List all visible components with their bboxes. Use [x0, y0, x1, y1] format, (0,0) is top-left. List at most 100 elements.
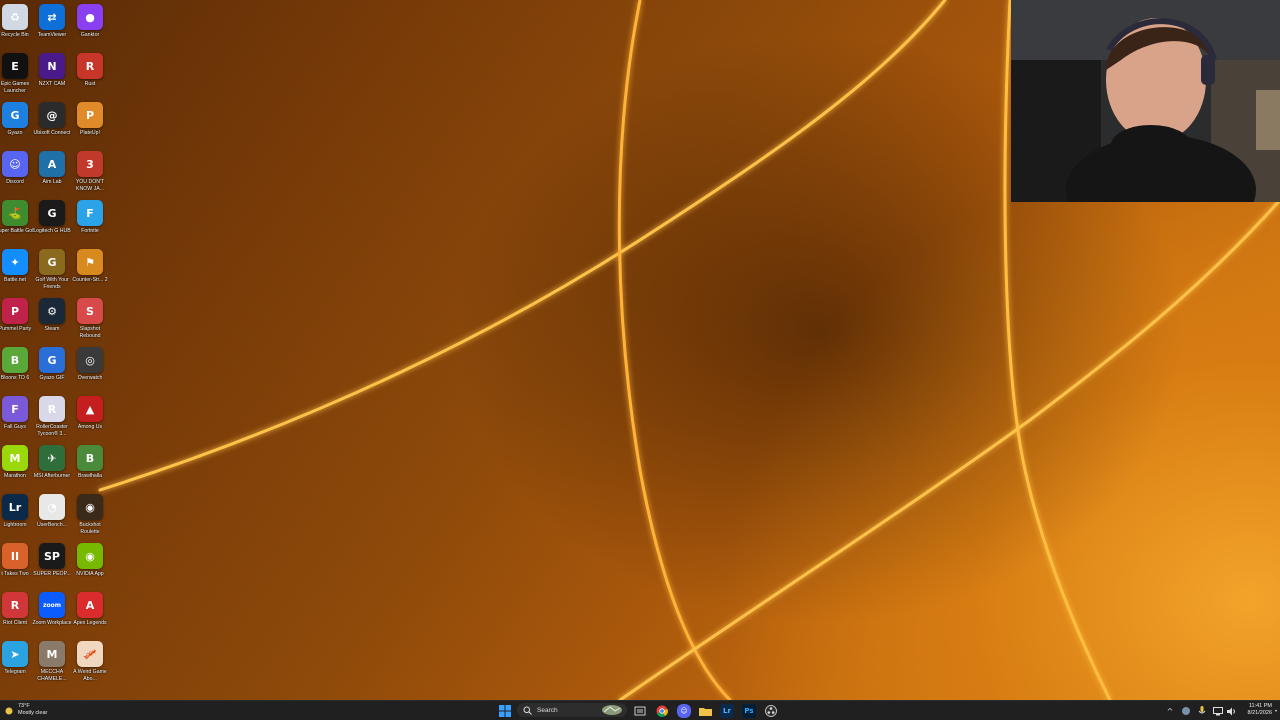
desktop-shortcut-label: Fortnite — [81, 228, 99, 234]
desktop-shortcut[interactable]: ✦ Battle.net — [0, 247, 34, 296]
it-takes-two-icon: II — [2, 543, 28, 569]
desktop-shortcut-label: Gyazo — [7, 130, 23, 136]
ubisoft-icon: @ — [39, 102, 65, 128]
desktop-shortcut[interactable]: R Rust — [71, 51, 109, 100]
lightroom-taskbar-icon: Lr — [720, 704, 734, 718]
desktop-shortcut[interactable]: @ Ubisoft Connect — [33, 100, 71, 149]
msi-icon: ✈ — [39, 445, 65, 471]
desktop-shortcut[interactable]: G Golf With Your Friends — [33, 247, 71, 296]
desktop-shortcut-label: Recycle Bin — [1, 32, 29, 38]
desktop-shortcut[interactable]: ⛳ Super Battle Golf — [0, 198, 35, 247]
start-button[interactable] — [498, 703, 512, 719]
weather-icon[interactable] — [4, 703, 14, 719]
notification-button[interactable]: • — [1273, 703, 1279, 719]
search-label: Search — [537, 706, 558, 714]
desktop-shortcut[interactable]: G Logitech G HUB — [33, 198, 71, 247]
overwatch-icon: ◎ — [77, 347, 103, 373]
desktop-shortcut[interactable]: zoom Zoom Workplace — [32, 590, 72, 639]
desktop-shortcut-label: Counter-Str... 2 — [72, 277, 108, 283]
desktop-shortcut[interactable]: S Slapshot Rebound — [71, 296, 109, 345]
desktop-shortcut[interactable]: ⇄ TeamViewer — [33, 2, 71, 51]
desktop-shortcut[interactable]: ◔ UserBench... — [33, 492, 71, 541]
desktop-shortcut-label: Steam — [44, 326, 60, 332]
teamviewer-icon: ⇄ — [39, 4, 65, 30]
webcam-person-illustration — [1011, 0, 1280, 202]
desktop-shortcut[interactable]: 🥓 A Weird Game Abo... — [71, 639, 109, 688]
fortnite-icon: F — [77, 200, 103, 226]
file-explorer-button[interactable] — [698, 703, 712, 719]
desktop-shortcut[interactable]: ▲ Among Us — [71, 394, 109, 443]
desktop-shortcut[interactable]: ◉ Buckshot Roulette — [71, 492, 109, 541]
desktop-shortcut-label: t Takes Two — [1, 571, 29, 577]
desktop-shortcut[interactable]: G Gyazo GIF — [33, 345, 71, 394]
desktop-shortcut[interactable]: M MECCHA CHAMELE... — [33, 639, 71, 688]
battlenet-icon: ✦ — [2, 249, 28, 275]
discord-icon: ☺ — [2, 151, 28, 177]
desktop-shortcut[interactable]: ✈ MSI Afterburner — [33, 443, 71, 492]
network-icon — [1213, 706, 1223, 715]
desktop-shortcut-label: SUPER PEOP... — [33, 571, 71, 577]
desktop-shortcut[interactable]: P PlateUp! — [71, 100, 109, 149]
desktop-shortcut[interactable]: II t Takes Two — [0, 541, 34, 590]
task-view-button[interactable] — [633, 703, 647, 719]
desktop-shortcut[interactable]: A Aim Lab — [33, 149, 71, 198]
counter-strike-icon: ⚑ — [77, 249, 103, 275]
network-tray-button[interactable] — [1212, 703, 1224, 719]
lightroom-taskbar-button[interactable]: Lr — [720, 703, 734, 719]
desktop-shortcut[interactable]: SP SUPER PEOP... — [33, 541, 71, 590]
task-view-icon — [634, 706, 646, 716]
chevron-up-icon: ^ — [1166, 706, 1174, 716]
desktop-shortcut[interactable]: ● Ganktor — [71, 2, 109, 51]
desktop-shortcut-label: Apex Legends — [73, 620, 107, 626]
desktop-shortcut-label: Ganktor — [80, 32, 100, 38]
desktop-shortcut[interactable]: G Gyazo — [0, 100, 34, 149]
desktop-shortcut[interactable]: ◎ Overwatch — [71, 345, 109, 394]
desktop-shortcut[interactable]: ⚑ Counter-Str... 2 — [71, 247, 109, 296]
desktop-shortcut[interactable]: Lr Lightroom — [0, 492, 34, 541]
weather-temp: 73°F — [18, 703, 30, 709]
desktop-shortcut[interactable]: ☺ Discord — [0, 149, 34, 198]
desktop-shortcut-label: Ubisoft Connect — [33, 130, 71, 136]
gyazo-gif-icon: G — [39, 347, 65, 373]
bell-icon: • — [1274, 707, 1278, 715]
desktop-shortcut[interactable]: N NZXT CAM — [33, 51, 71, 100]
desktop-shortcut[interactable]: B Bloons TD 6 — [0, 345, 34, 394]
taskbar-search-box[interactable]: Search — [517, 703, 627, 717]
show-hidden-icons-button[interactable]: ^ — [1165, 703, 1175, 719]
webcam-overlay — [1011, 0, 1280, 202]
system-clock[interactable]: 11:41 PM 8/21/2026 — [1236, 703, 1272, 717]
desktop-shortcut[interactable]: P Pummel Party — [0, 296, 34, 345]
clock-time: 11:41 PM — [1248, 703, 1272, 709]
desktop-shortcut[interactable]: ➤ Telegram — [0, 639, 34, 688]
discord-taskbar-button[interactable]: ☺ — [677, 703, 691, 719]
desktop-shortcut[interactable]: 3 YOU DON'T KNOW JA... — [71, 149, 109, 198]
desktop-shortcut[interactable]: F Fall Guys — [0, 394, 34, 443]
logitech-icon: G — [39, 200, 65, 226]
desktop-shortcut[interactable]: ♻ Recycle Bin — [0, 2, 34, 51]
desktop-shortcut[interactable]: R RollerCoaster Tycoon® 3... — [33, 394, 71, 443]
desktop-shortcut[interactable]: M Marathon — [0, 443, 34, 492]
weather-widget[interactable]: 73°F Mostly clear — [18, 703, 47, 717]
desktop-shortcut[interactable]: F Fortnite — [71, 198, 109, 247]
desktop-shortcut-label: Epic Games Launcher — [0, 81, 30, 94]
desktop-shortcut[interactable]: ◉ NVIDIA App — [71, 541, 109, 590]
gyazo-icon: G — [2, 102, 28, 128]
photoshop-taskbar-button[interactable]: Ps — [742, 703, 756, 719]
obs-taskbar-button[interactable] — [764, 703, 778, 719]
desktop-shortcut[interactable]: A Apex Legends — [71, 590, 109, 639]
tray-app-button[interactable] — [1180, 703, 1192, 719]
desktop-shortcut[interactable]: R Riot Client — [0, 590, 34, 639]
steam-icon: ⚙ — [39, 298, 65, 324]
chrome-button[interactable] — [655, 703, 669, 719]
desktop-shortcut[interactable]: B Brawlhalla — [71, 443, 109, 492]
desktop-shortcut-label: Among Us — [77, 424, 103, 430]
desktop-shortcut-label: Fall Guys — [4, 424, 26, 430]
fall-guys-icon: F — [2, 396, 28, 422]
desktop-shortcut[interactable]: E Epic Games Launcher — [0, 51, 34, 100]
super-people-icon: SP — [39, 543, 65, 569]
desktop-shortcut[interactable]: ⚙ Steam — [33, 296, 71, 345]
desktop-shortcut-label: Aim Lab — [42, 179, 62, 185]
mic-tray-button[interactable] — [1196, 703, 1208, 719]
desktop-shortcut-label: Marathon — [4, 473, 26, 479]
lightroom-icon: Lr — [2, 494, 28, 520]
